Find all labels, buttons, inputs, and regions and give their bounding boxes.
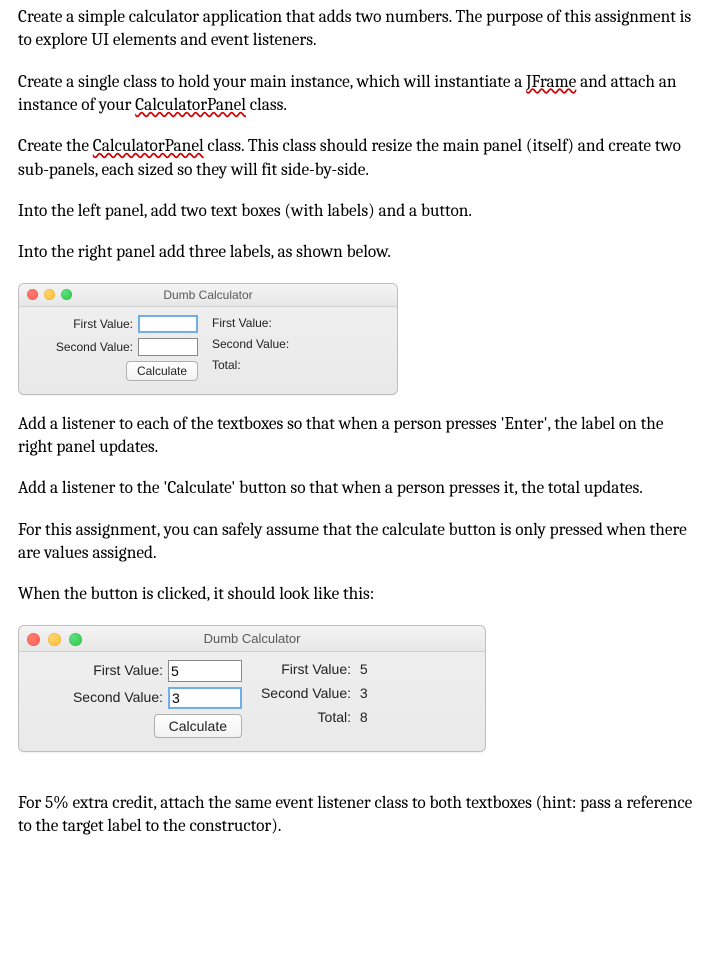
traffic-lights [27,633,82,646]
first-value-input[interactable] [168,660,242,682]
minimize-icon[interactable] [48,633,61,646]
minimize-icon[interactable] [44,289,55,300]
result-total-label: Total: [212,357,246,373]
instruction-paragraph: Create a simple calculator application t… [18,6,698,53]
right-panel: First Value: 5 Second Value: 3 Total: 8 [252,660,481,743]
maximize-icon[interactable] [69,633,82,646]
first-value-input[interactable] [138,315,198,333]
spellcheck-word: CalculatorPanel [135,95,246,115]
calculate-button[interactable]: Calculate [126,361,198,381]
result-total-label: Total: [256,708,356,727]
result-total-value: 8 [360,708,368,727]
spellcheck-word: JFrame [526,72,576,92]
right-panel: First Value: Second Value: Total: [208,315,393,386]
instruction-paragraph: For this assignment, you can safely assu… [18,519,698,566]
traffic-lights [27,289,72,300]
window-titlebar: Dumb Calculator [19,284,397,307]
first-value-label: First Value: [68,661,168,680]
window-titlebar: Dumb Calculator [19,626,485,652]
second-value-input[interactable] [168,687,242,709]
spellcheck-word: CalculatorPanel [93,136,204,156]
close-icon[interactable] [27,289,38,300]
first-value-label: First Value: [53,316,138,332]
instruction-paragraph: For 5% extra credit, attach the same eve… [18,792,698,839]
result-second-label: Second Value: [256,684,356,703]
instruction-paragraph: Add a listener to the 'Calculate' button… [18,477,698,500]
window-title: Dumb Calculator [163,288,252,302]
instruction-paragraph: Add a listener to each of the textboxes … [18,413,698,460]
result-second-value: 3 [360,684,368,703]
left-panel: First Value: Second Value: Calculate [23,660,252,743]
result-first-label: First Value: [212,315,277,331]
left-panel: First Value: Second Value: Calculate [23,315,208,386]
second-value-label: Second Value: [68,688,168,707]
second-value-input[interactable] [138,338,198,356]
calculate-button[interactable]: Calculate [154,714,242,738]
instruction-paragraph: Create the CalculatorPanel class. This c… [18,135,698,182]
result-second-label: Second Value: [212,336,294,352]
instruction-paragraph: Into the right panel add three labels, a… [18,241,698,264]
calculator-window-empty: Dumb Calculator First Value: Second Valu… [18,283,398,395]
second-value-label: Second Value: [53,339,138,355]
close-icon[interactable] [27,633,40,646]
result-first-value: 5 [360,660,368,679]
window-title: Dumb Calculator [204,631,301,646]
result-first-label: First Value: [256,660,356,679]
instruction-paragraph: When the button is clicked, it should lo… [18,583,698,606]
instruction-paragraph: Create a single class to hold your main … [18,71,698,118]
calculator-window-filled: Dumb Calculator First Value: Second Valu… [18,625,486,752]
instruction-paragraph: Into the left panel, add two text boxes … [18,200,698,223]
maximize-icon[interactable] [61,289,72,300]
